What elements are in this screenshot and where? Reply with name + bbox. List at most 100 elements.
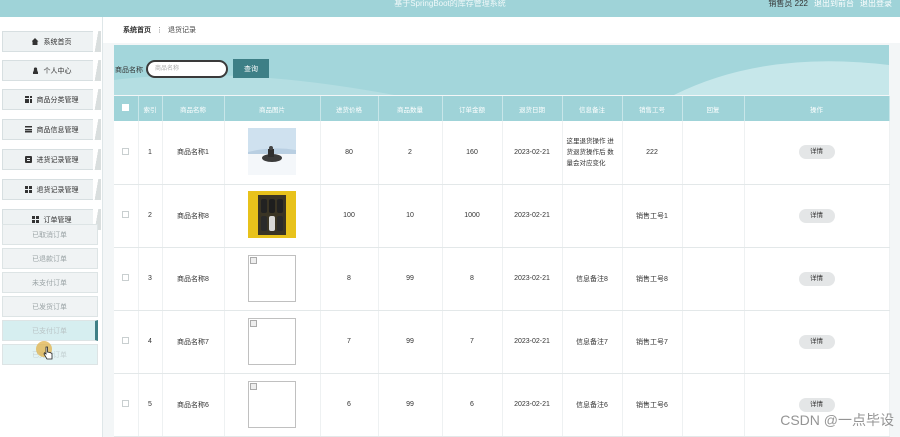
- top-bar: 基于SpringBoot的库存管理系统 销售员 222 退出到前台 退出登录: [0, 0, 900, 17]
- sidebar-item-label: 退货记录管理: [36, 186, 79, 194]
- sidebar-item-goods[interactable]: 商品信息管理: [2, 119, 101, 140]
- cell-qty: 2: [378, 121, 443, 185]
- home-icon: [31, 38, 39, 45]
- detail-button[interactable]: 详情: [798, 208, 835, 223]
- row-select-cell: [114, 184, 139, 248]
- product-image-snow: [248, 127, 296, 175]
- cell-note-wrap: [562, 184, 623, 248]
- row-checkbox[interactable]: [122, 400, 130, 407]
- cell-staff: 222: [622, 121, 683, 185]
- row-checkbox[interactable]: [122, 211, 130, 218]
- broken-image: [248, 255, 296, 302]
- sidebar-item-home[interactable]: 系统首页: [2, 31, 101, 52]
- submenu-item-refunded[interactable]: 已退款订单: [2, 248, 98, 269]
- cell-staff: 销售工号6: [622, 373, 683, 437]
- cell-name: 商品名称6: [162, 373, 225, 437]
- table-row: 5 商品名称6 6 99 6 2023-02-21 信息备注6 销售工号6 详情: [114, 373, 890, 437]
- cell-action: 详情: [744, 184, 890, 248]
- header-amount: 订单金额: [442, 96, 503, 121]
- submenu-item-paid[interactable]: 已支付订单: [2, 320, 98, 341]
- sidebar-item-label: 个人中心: [43, 67, 72, 75]
- cell-price: 6: [320, 373, 379, 437]
- cell-staff: 销售工号1: [622, 184, 683, 248]
- detail-button[interactable]: 详情: [798, 271, 835, 286]
- cell-price: 100: [320, 184, 379, 248]
- header-name: 商品名称: [162, 96, 225, 121]
- cell-date: 2023-02-21: [502, 373, 563, 437]
- cell-price: 80: [320, 121, 379, 185]
- submenu-item-cancelled[interactable]: 已取消订单: [2, 224, 98, 245]
- broken-image: [248, 318, 296, 365]
- table-row: 3 商品名称8 8 99 8 2023-02-21 信息备注8 销售工号8 详情: [114, 247, 890, 311]
- cell-note: 这里退货操作 进货退货操作后 数量会对应变化: [566, 137, 614, 167]
- top-user-area: 销售员 222 退出到前台 退出登录: [768, 0, 892, 8]
- table-header-row: 索引 商品名称 商品图片 进货价格 商品数量 订单金额 退货日期 信息备注 销售…: [114, 96, 890, 121]
- detail-button[interactable]: 详情: [798, 334, 835, 349]
- search-input[interactable]: [146, 60, 228, 78]
- breadcrumb: 系统首页 ⋮ 退货记录: [103, 17, 900, 43]
- header-index: 索引: [138, 96, 163, 121]
- cell-price: 7: [320, 310, 379, 374]
- sidebar-item-returns[interactable]: 退货记录管理: [2, 179, 101, 200]
- cell-date: 2023-02-21: [502, 184, 563, 248]
- cell-image: [224, 121, 321, 185]
- header-qty: 商品数量: [378, 96, 443, 121]
- header-date: 退货日期: [502, 96, 563, 121]
- sidebar-item-label: 商品分类管理: [36, 96, 79, 104]
- exit-to-front-link[interactable]: 退出到前台: [814, 0, 854, 8]
- sidebar-item-label: 系统首页: [43, 38, 72, 46]
- cell-qty: 99: [378, 310, 443, 374]
- app-title: 基于SpringBoot的库存管理系统: [394, 0, 506, 8]
- sidebar-item-profile[interactable]: 个人中心: [2, 60, 101, 81]
- cell-index: 2: [138, 184, 163, 248]
- product-image-bottles: [248, 191, 296, 238]
- sidebar-item-category[interactable]: 商品分类管理: [2, 89, 101, 110]
- cell-qty: 99: [378, 247, 443, 311]
- header-price: 进货价格: [320, 96, 379, 121]
- row-select-cell: [114, 373, 139, 437]
- grid-icon: [24, 96, 32, 103]
- cell-note: 信息备注6: [562, 373, 623, 437]
- row-select-cell: [114, 247, 139, 311]
- cell-amount: 160: [442, 121, 503, 185]
- header-image: 商品图片: [224, 96, 321, 121]
- breadcrumb-current: 退货记录: [168, 27, 196, 34]
- cell-reply: [682, 247, 745, 311]
- sidebar-item-label: 进货记录管理: [36, 156, 79, 164]
- doc-icon: [24, 156, 32, 163]
- hand-cursor-icon: [43, 346, 53, 360]
- cell-qty: 10: [378, 184, 443, 248]
- header-action: 操作: [744, 96, 890, 121]
- table-row: 1 商品名称1 80 2 160 2023-02-21 这里退货操作 进货退货操…: [114, 121, 890, 185]
- row-checkbox[interactable]: [122, 147, 130, 155]
- breadcrumb-home[interactable]: 系统首页: [123, 25, 151, 35]
- cell-staff: 销售工号8: [622, 247, 683, 311]
- cell-name: 商品名称1: [162, 121, 225, 185]
- cell-amount: 6: [442, 373, 503, 437]
- cell-image: [224, 247, 321, 311]
- quad-icon: [31, 216, 39, 223]
- search-label: 商品名称: [115, 67, 143, 74]
- search-panel: [114, 45, 889, 95]
- submenu-item-shipped[interactable]: 已发货订单: [2, 296, 98, 317]
- cell-reply: [682, 184, 745, 248]
- cell-date: 2023-02-21: [502, 247, 563, 311]
- header-note: 信息备注: [562, 96, 623, 121]
- sidebar-item-label: 订单管理: [43, 216, 72, 224]
- cell-index: 3: [138, 247, 163, 311]
- cell-amount: 8: [442, 247, 503, 311]
- sidebar-item-purchase[interactable]: 进货记录管理: [2, 149, 101, 170]
- cell-index: 5: [138, 373, 163, 437]
- watermark: CSDN @一点毕设: [780, 412, 894, 428]
- submenu-item-unpaid[interactable]: 未支付订单: [2, 272, 98, 293]
- row-select-cell: [114, 121, 139, 185]
- cell-note: 信息备注8: [562, 247, 623, 311]
- detail-button[interactable]: 详情: [798, 145, 835, 160]
- cell-note: 信息备注7: [562, 310, 623, 374]
- select-all-checkbox[interactable]: [122, 104, 130, 111]
- logout-link[interactable]: 退出登录: [860, 0, 892, 8]
- row-checkbox[interactable]: [122, 274, 130, 281]
- row-checkbox[interactable]: [122, 337, 130, 344]
- cell-name: 商品名称8: [162, 247, 225, 311]
- search-button[interactable]: 查询: [233, 59, 269, 78]
